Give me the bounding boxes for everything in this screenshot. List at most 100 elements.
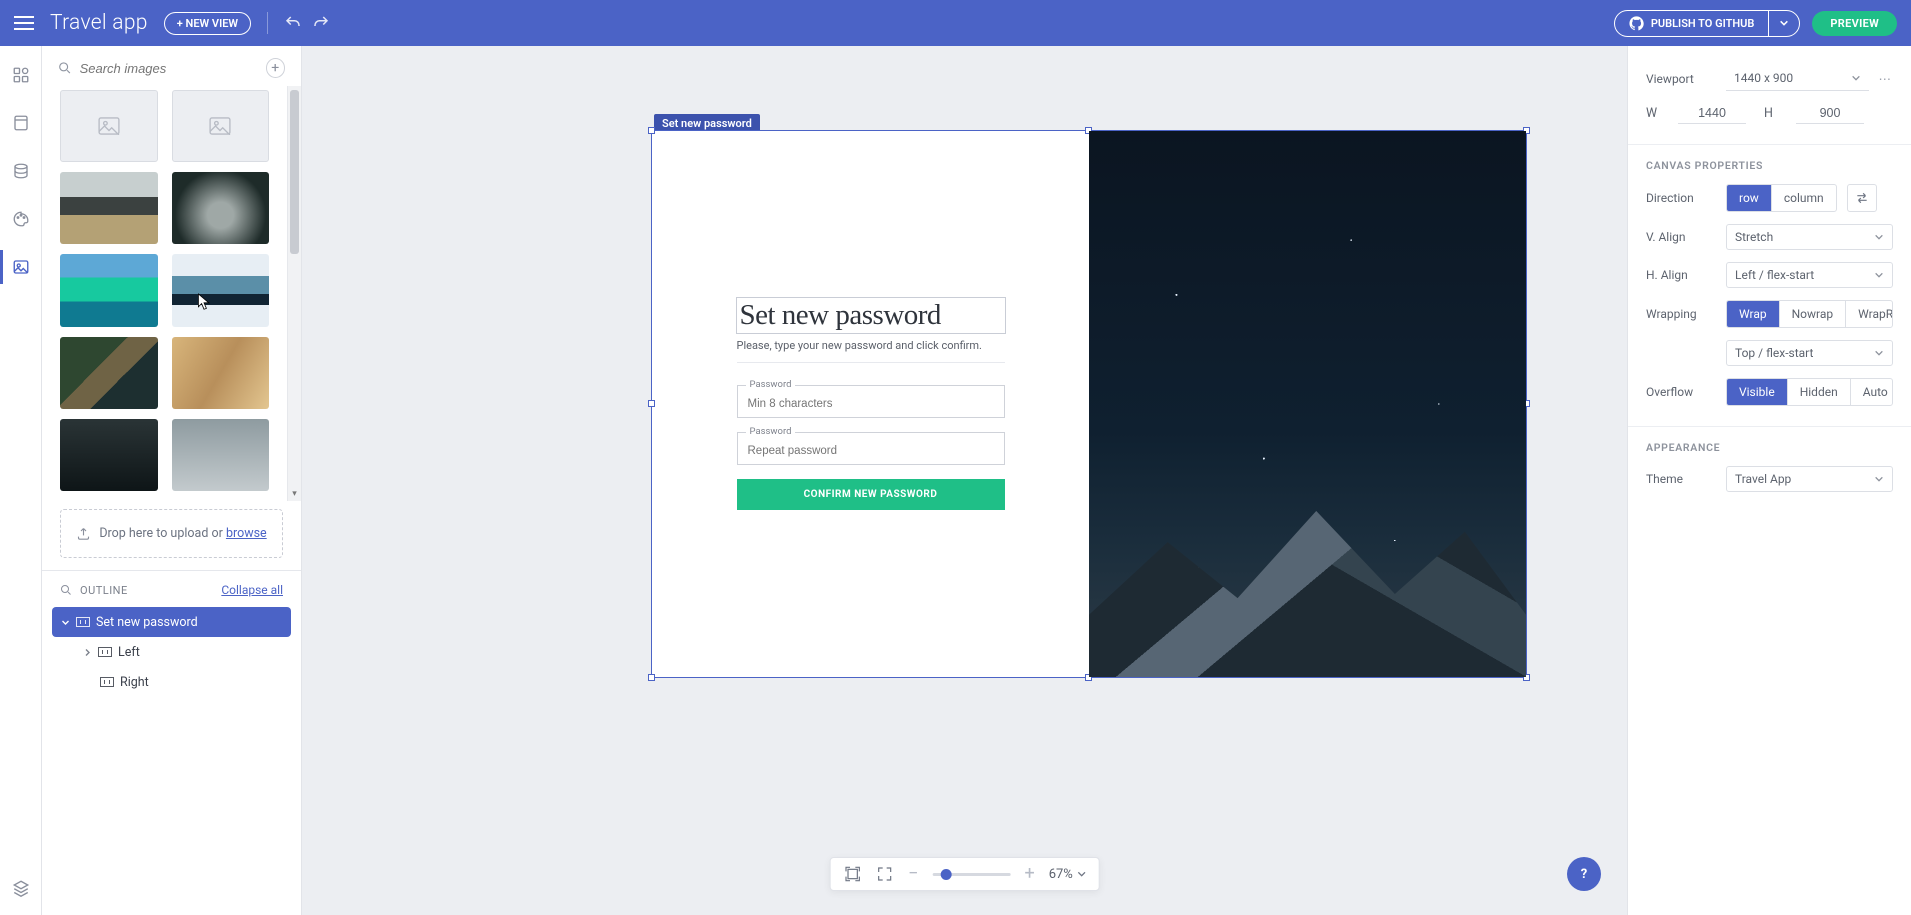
height-input[interactable]: [1796, 103, 1864, 124]
confirm-button[interactable]: CONFIRM NEW PASSWORD: [737, 479, 1005, 510]
fullscreen-icon[interactable]: [874, 864, 894, 884]
section-canvas-properties: CANVAS PROPERTIES: [1628, 145, 1911, 178]
mountain-image: [1089, 470, 1526, 677]
outline-item-right[interactable]: Right: [42, 667, 301, 697]
menu-icon[interactable]: [14, 16, 34, 30]
field-label: Password: [746, 426, 796, 437]
outline-item-label: Right: [120, 675, 149, 690]
dropzone-text: Drop here to upload or: [99, 526, 226, 541]
help-button[interactable]: ?: [1567, 857, 1601, 891]
halign-value: Left / flex-start: [1735, 268, 1814, 282]
direction-label: Direction: [1646, 191, 1716, 205]
resize-handle[interactable]: [648, 674, 655, 681]
overflow-hidden-button[interactable]: Hidden: [1788, 379, 1851, 405]
viewport-value: 1440 x 900: [1734, 71, 1793, 85]
app-title: Travel app: [50, 11, 148, 35]
publish-label: PUBLISH TO GITHUB: [1651, 17, 1755, 30]
overflow-auto-button[interactable]: Auto: [1851, 379, 1893, 405]
widgets-icon[interactable]: [10, 64, 32, 86]
image-thumbnail[interactable]: [60, 419, 158, 491]
image-thumbnail[interactable]: [172, 172, 270, 244]
pages-icon[interactable]: [10, 112, 32, 134]
viewport-select[interactable]: 1440 x 900: [1726, 66, 1869, 91]
image-thumbnail[interactable]: [172, 337, 270, 409]
h-label: H: [1764, 106, 1778, 121]
upload-icon: [76, 526, 91, 541]
direction-row-button[interactable]: row: [1727, 185, 1772, 211]
zoom-bar: − + 67%: [829, 857, 1100, 891]
artboard[interactable]: Set new password Please, type your new p…: [651, 130, 1527, 678]
redo-icon[interactable]: [312, 14, 330, 32]
canvas-right-half[interactable]: [1089, 131, 1526, 677]
nowrap-button[interactable]: Nowrap: [1780, 301, 1847, 327]
password-input-2[interactable]: [748, 445, 994, 457]
image-thumbnail[interactable]: [60, 172, 158, 244]
image-thumbnail[interactable]: [172, 419, 270, 491]
overflow-label: Overflow: [1646, 385, 1716, 399]
zoom-out-button[interactable]: −: [906, 865, 920, 883]
wrapping-label: Wrapping: [1646, 307, 1716, 321]
outline-label: OUTLINE: [80, 584, 128, 597]
form-subtitle[interactable]: Please, type your new password and click…: [737, 339, 1005, 363]
form-title[interactable]: Set new password: [737, 298, 1005, 333]
valign-select[interactable]: Stretch: [1726, 224, 1893, 250]
direction-column-button[interactable]: column: [1772, 185, 1836, 211]
password-field-2[interactable]: Password: [737, 432, 1005, 465]
layout-icon: [76, 617, 90, 627]
collapse-all-link[interactable]: Collapse all: [221, 583, 283, 597]
layers-icon[interactable]: [10, 877, 32, 899]
search-icon: [58, 61, 72, 75]
image-thumbnail[interactable]: [60, 90, 158, 162]
publish-button[interactable]: PUBLISH TO GITHUB: [1615, 11, 1769, 36]
overflow-visible-button[interactable]: Visible: [1727, 379, 1788, 405]
outline-item-left[interactable]: Left: [42, 637, 301, 667]
swap-icon[interactable]: [1847, 184, 1877, 212]
theme-label: Theme: [1646, 472, 1716, 486]
wrap-align-value: Top / flex-start: [1735, 346, 1813, 360]
image-scrollbar[interactable]: ▾: [287, 86, 301, 501]
new-view-button[interactable]: + NEW VIEW: [164, 12, 251, 35]
layout-icon: [100, 677, 114, 687]
wrap-button[interactable]: Wrap: [1727, 301, 1780, 327]
undo-icon[interactable]: [284, 14, 302, 32]
halign-select[interactable]: Left / flex-start: [1726, 262, 1893, 288]
layout-icon: [98, 647, 112, 657]
outline-item-root[interactable]: Set new password: [52, 607, 291, 637]
image-thumbnail[interactable]: [60, 254, 158, 326]
image-thumbnail[interactable]: [60, 337, 158, 409]
resize-handle[interactable]: [648, 400, 655, 407]
publish-dropdown[interactable]: [1768, 11, 1799, 36]
add-image-button[interactable]: +: [266, 58, 285, 78]
password-input-1[interactable]: [748, 398, 994, 410]
field-label: Password: [746, 379, 796, 390]
images-icon[interactable]: [10, 256, 32, 278]
dropzone[interactable]: Drop here to upload or browse: [60, 509, 283, 558]
search-icon: [60, 584, 72, 596]
w-label: W: [1646, 106, 1660, 121]
valign-value: Stretch: [1735, 230, 1773, 244]
wrap-align-select[interactable]: Top / flex-start: [1726, 340, 1893, 366]
theme-select[interactable]: Travel App: [1726, 466, 1893, 492]
preview-button[interactable]: PREVIEW: [1812, 11, 1897, 36]
zoom-slider[interactable]: [932, 873, 1010, 876]
image-thumbnail[interactable]: [172, 90, 270, 162]
zoom-percent-dropdown[interactable]: 67%: [1049, 867, 1087, 882]
width-input[interactable]: [1678, 103, 1746, 124]
halign-label: H. Align: [1646, 268, 1716, 282]
theme-value: Travel App: [1735, 472, 1791, 486]
canvas-left-half[interactable]: Set new password Please, type your new p…: [652, 131, 1089, 677]
image-thumbnail[interactable]: [172, 254, 270, 326]
viewport-label: Viewport: [1646, 72, 1716, 86]
browse-link[interactable]: browse: [226, 526, 267, 541]
zoom-in-button[interactable]: +: [1022, 865, 1036, 883]
more-icon[interactable]: ⋯: [1879, 71, 1894, 87]
search-input[interactable]: [80, 61, 258, 76]
data-icon[interactable]: [10, 160, 32, 182]
zoom-percent: 67%: [1049, 867, 1073, 882]
valign-label: V. Align: [1646, 230, 1716, 244]
resize-handle[interactable]: [648, 127, 655, 134]
fit-icon[interactable]: [842, 864, 862, 884]
password-field-1[interactable]: Password: [737, 385, 1005, 418]
wrapreverse-button[interactable]: WrapRe...: [1846, 301, 1893, 327]
palette-icon[interactable]: [10, 208, 32, 230]
